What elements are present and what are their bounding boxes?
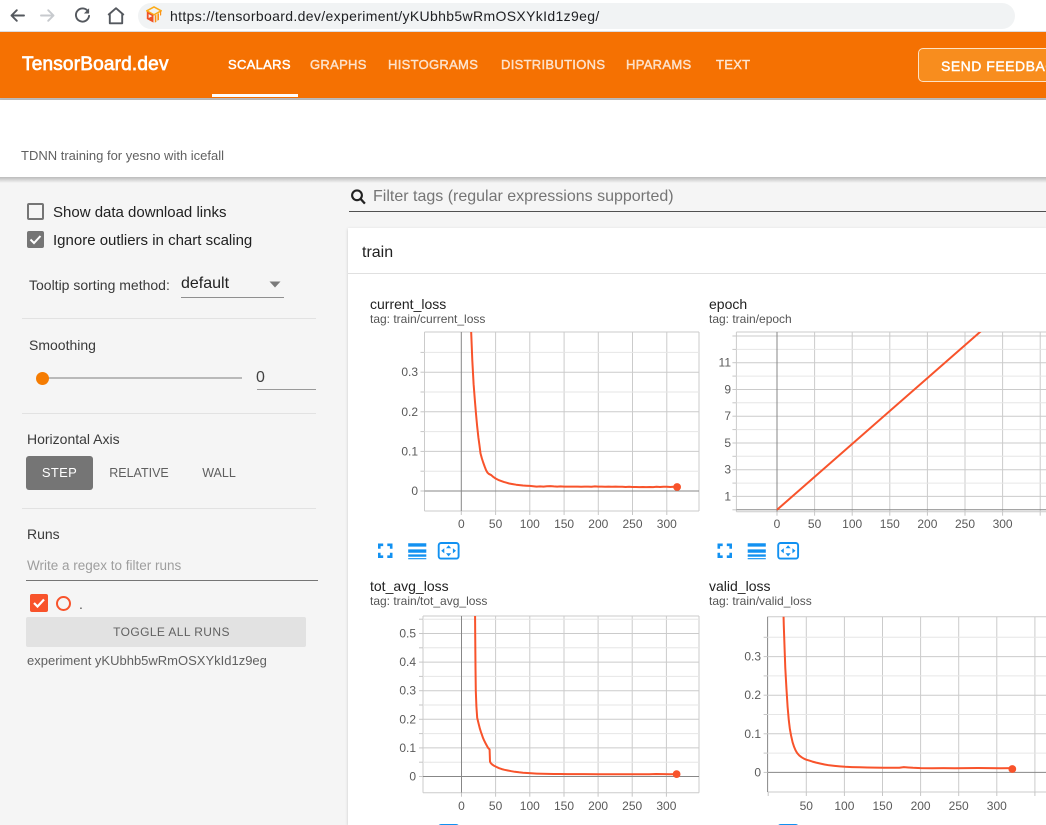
svg-text:0.4: 0.4 [399, 655, 416, 669]
svg-text:150: 150 [554, 517, 574, 531]
svg-text:150: 150 [872, 799, 892, 813]
svg-text:5: 5 [724, 436, 731, 450]
svg-text:200: 200 [917, 517, 937, 531]
svg-text:0.2: 0.2 [401, 405, 418, 419]
svg-text:200: 200 [588, 517, 608, 531]
svg-text:300: 300 [656, 799, 676, 813]
svg-text:1: 1 [724, 489, 731, 503]
svg-text:0: 0 [411, 484, 418, 498]
svg-text:100: 100 [520, 799, 540, 813]
svg-text:200: 200 [911, 799, 931, 813]
svg-text:300: 300 [657, 517, 677, 531]
svg-text:250: 250 [622, 517, 642, 531]
svg-text:7: 7 [724, 409, 731, 423]
svg-text:50: 50 [800, 799, 814, 813]
svg-text:0.5: 0.5 [399, 627, 416, 641]
svg-text:100: 100 [842, 517, 862, 531]
svg-text:9: 9 [724, 383, 731, 397]
svg-text:250: 250 [955, 517, 975, 531]
svg-text:0.1: 0.1 [401, 444, 418, 458]
svg-text:300: 300 [987, 799, 1007, 813]
svg-text:0.3: 0.3 [399, 684, 416, 698]
svg-text:200: 200 [588, 799, 608, 813]
svg-text:50: 50 [808, 517, 822, 531]
svg-text:100: 100 [520, 517, 540, 531]
svg-text:0: 0 [458, 799, 465, 813]
svg-text:0: 0 [409, 770, 416, 784]
svg-text:0: 0 [458, 517, 465, 531]
svg-text:0.2: 0.2 [399, 712, 416, 726]
svg-text:11: 11 [719, 356, 732, 370]
svg-text:0.3: 0.3 [401, 365, 418, 379]
svg-text:0.2: 0.2 [744, 688, 761, 702]
svg-text:250: 250 [622, 799, 642, 813]
svg-text:150: 150 [554, 799, 574, 813]
svg-text:150: 150 [880, 517, 900, 531]
svg-text:50: 50 [489, 517, 503, 531]
svg-text:0.1: 0.1 [399, 741, 416, 755]
svg-text:300: 300 [993, 517, 1013, 531]
svg-text:250: 250 [949, 799, 969, 813]
svg-text:100: 100 [834, 799, 854, 813]
svg-text:0: 0 [754, 765, 761, 779]
svg-text:0.3: 0.3 [744, 650, 761, 664]
svg-text:0.1: 0.1 [744, 727, 761, 741]
svg-text:3: 3 [724, 463, 731, 477]
svg-text:50: 50 [489, 799, 503, 813]
svg-text:0: 0 [774, 517, 781, 531]
